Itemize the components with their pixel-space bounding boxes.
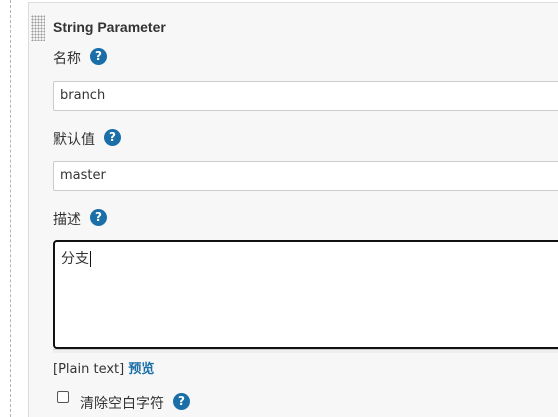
section-title: String Parameter (53, 19, 166, 35)
default-value-label: 默认值 (53, 132, 95, 148)
format-line: [Plain text] 预览 (53, 358, 154, 377)
description-textarea[interactable]: 分支 (53, 240, 558, 349)
description-text: 分支 (61, 251, 89, 267)
text-caret (90, 251, 91, 267)
name-label: 名称 (53, 51, 81, 67)
description-label: 描述 (53, 212, 81, 228)
preview-link[interactable]: 预览 (128, 362, 154, 377)
default-value-input[interactable]: master (53, 161, 558, 191)
trim-help-icon[interactable]: ? (173, 393, 190, 410)
string-parameter-panel (28, 2, 558, 417)
plain-text-label: [Plain text] (53, 362, 125, 377)
parameter-editor: String Parameter 名称 ? branch 默认值 ? maste… (0, 0, 558, 417)
drag-handle-icon[interactable] (31, 15, 45, 41)
name-input[interactable]: branch (53, 81, 558, 111)
default-value-help-icon[interactable]: ? (104, 129, 121, 146)
trim-whitespace-checkbox[interactable] (57, 391, 69, 403)
container-dashed-border (10, 0, 11, 417)
textarea-resize-handle[interactable] (53, 349, 558, 353)
description-help-icon[interactable]: ? (90, 209, 107, 226)
trim-whitespace-label: 清除空白字符 (80, 396, 164, 412)
name-help-icon[interactable]: ? (90, 48, 107, 65)
